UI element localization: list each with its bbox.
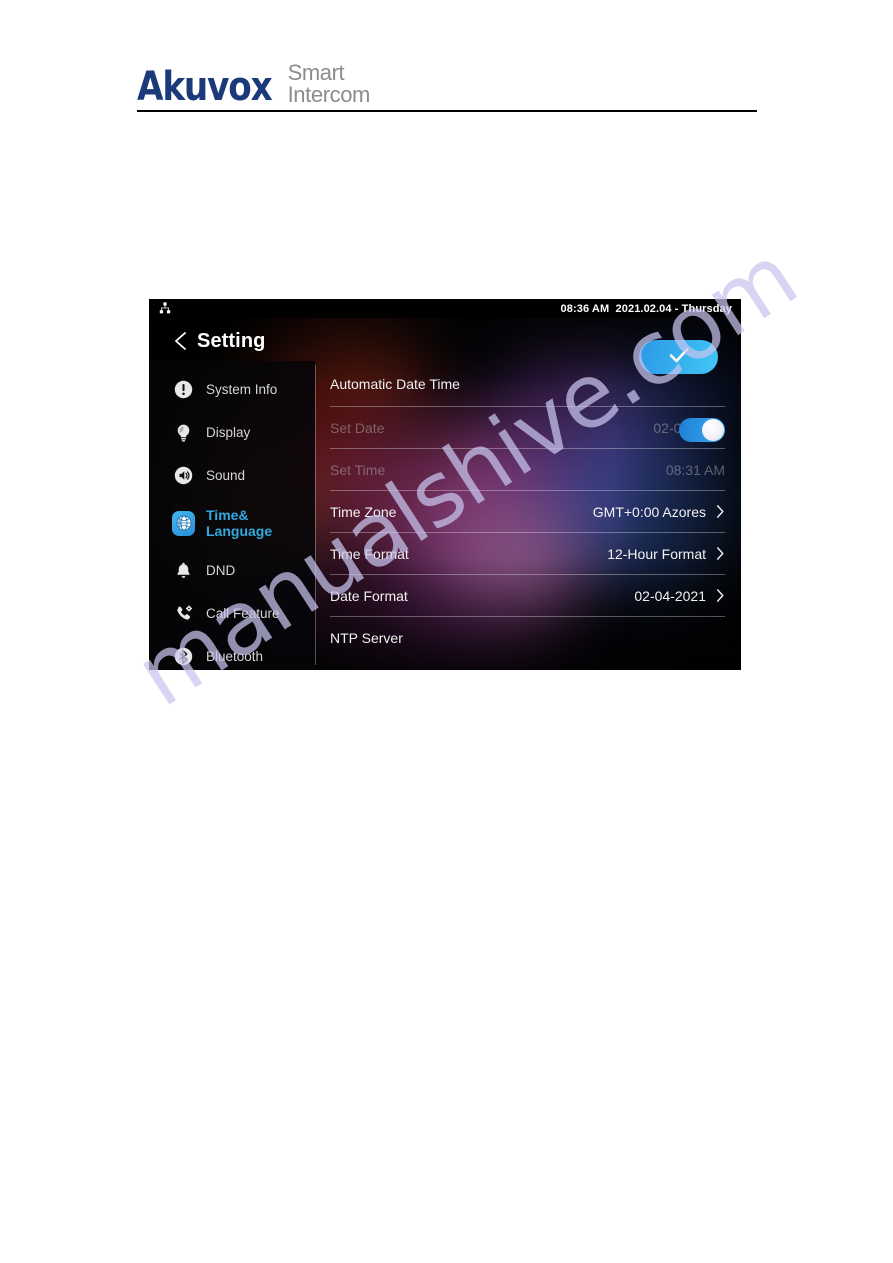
sidebar-item-dnd[interactable]: DND bbox=[149, 549, 315, 592]
chevron-right-icon bbox=[715, 504, 725, 519]
status-bar: 08:36 AM 2021.02.04 - Thursday bbox=[149, 299, 741, 318]
sidebar-label: Sound bbox=[206, 468, 246, 483]
bell-icon bbox=[172, 559, 195, 582]
sidebar-item-display[interactable]: Display bbox=[149, 411, 315, 454]
sidebar-item-time-language[interactable]: Time& Language bbox=[149, 497, 315, 549]
sidebar-item-call-feature[interactable]: Call Feature bbox=[149, 592, 315, 635]
globe-icon bbox=[172, 510, 195, 536]
setting-row-date-format[interactable]: Date Format 02-04-2021 bbox=[330, 575, 725, 617]
sidebar-label: DND bbox=[206, 563, 236, 578]
akuvox-logo: Akuvox Smart Intercom bbox=[137, 60, 371, 110]
title-bar: Setting bbox=[149, 318, 741, 374]
sidebar-label: Display bbox=[206, 425, 251, 440]
setting-label: Set Date bbox=[330, 419, 385, 436]
settings-list: Automatic Date Time Set Date 02-04-2021 … bbox=[315, 361, 741, 670]
setting-label: Time Zone bbox=[330, 503, 397, 520]
sidebar-item-sound[interactable]: Sound bbox=[149, 454, 315, 497]
setting-value: GMT+0:00 Azores bbox=[592, 503, 706, 520]
setting-row-time-zone[interactable]: Time Zone GMT+0:00 Azores bbox=[330, 491, 725, 533]
sidebar-item-bluetooth[interactable]: Bluetooth bbox=[149, 635, 315, 670]
setting-label: Time Format bbox=[330, 545, 409, 562]
setting-label: Automatic Date Time bbox=[330, 375, 460, 392]
sidebar-label-line2: Language bbox=[206, 523, 273, 539]
lightbulb-icon bbox=[172, 421, 195, 444]
chevron-left-icon[interactable] bbox=[171, 329, 191, 353]
setting-row-set-time[interactable]: Set Time 08:31 AM bbox=[330, 449, 725, 491]
setting-row-time-format[interactable]: Time Format 12-Hour Format bbox=[330, 533, 725, 575]
settings-sidebar: System Info Display Sound Time& Language… bbox=[149, 361, 315, 670]
sidebar-label: Call Feature bbox=[206, 606, 280, 621]
phone-gear-icon bbox=[172, 602, 195, 625]
setting-value: 08:31 AM bbox=[665, 461, 725, 478]
logo-tagline-line1: Smart bbox=[287, 60, 345, 85]
status-time-date: 08:36 AM 2021.02.04 - Thursday bbox=[560, 302, 732, 315]
page-header: Akuvox Smart Intercom bbox=[0, 0, 893, 120]
sidebar-label-line1: Time& bbox=[206, 507, 249, 523]
setting-value: 02-04-2021 bbox=[634, 587, 706, 604]
setting-row-automatic-date-time[interactable]: Automatic Date Time bbox=[330, 361, 725, 407]
setting-label: Date Format bbox=[330, 587, 408, 604]
logo-tagline-line2: Intercom bbox=[287, 82, 371, 107]
logo-wordmark: Akuvox bbox=[137, 64, 273, 110]
ethernet-network-icon bbox=[158, 302, 172, 315]
setting-value: 12-Hour Format bbox=[607, 545, 706, 562]
sidebar-label: System Info bbox=[206, 382, 278, 397]
speaker-icon bbox=[172, 464, 195, 487]
page-title: Setting bbox=[197, 330, 266, 352]
device-screenshot: 08:36 AM 2021.02.04 - Thursday Setting S… bbox=[149, 299, 741, 670]
chevron-right-icon bbox=[715, 546, 725, 561]
setting-label: Set Time bbox=[330, 461, 386, 478]
exclamation-circle-icon bbox=[172, 378, 195, 401]
setting-row-ntp-server[interactable]: NTP Server bbox=[330, 617, 725, 658]
chevron-right-icon bbox=[715, 588, 725, 603]
logo-tagline: Smart Intercom bbox=[287, 60, 371, 107]
setting-row-set-date[interactable]: Set Date 02-04-2021 bbox=[330, 407, 725, 449]
sidebar-label: Bluetooth bbox=[206, 649, 264, 664]
bluetooth-icon bbox=[172, 645, 195, 668]
toggle-knob bbox=[702, 419, 724, 441]
setting-label: NTP Server bbox=[330, 629, 403, 646]
automatic-date-time-toggle[interactable] bbox=[679, 418, 725, 442]
sidebar-item-system-info[interactable]: System Info bbox=[149, 368, 315, 411]
header-divider bbox=[137, 110, 757, 112]
